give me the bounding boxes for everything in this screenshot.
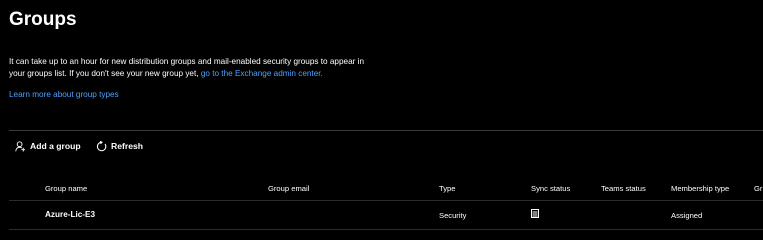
groups-page: Groups It can take up to an hour for new… [0, 0, 763, 240]
column-header-group-email[interactable]: Group email [268, 184, 309, 193]
info-line-2-text: your groups list. If you don't see your … [9, 69, 201, 78]
column-header-truncated[interactable]: Gr [754, 184, 762, 193]
add-group-label: Add a group [30, 141, 81, 151]
learn-more-link[interactable]: Learn more about group types [9, 89, 119, 101]
exchange-admin-link[interactable]: go to the Exchange admin center. [201, 69, 323, 78]
person-add-icon [15, 140, 26, 152]
column-header-type[interactable]: Type [439, 184, 455, 193]
group-name-rest: -Lic-E3 [67, 210, 96, 219]
table-row-divider [9, 229, 763, 230]
group-type-cell: Security [439, 211, 467, 220]
column-header-membership-type[interactable]: Membership type [671, 184, 729, 193]
column-header-group-name[interactable]: Group name [45, 184, 87, 193]
toolbar-divider [9, 130, 763, 131]
info-line-1: It can take up to an hour for new distri… [9, 57, 365, 66]
cloud-sync-icon [531, 209, 539, 218]
refresh-button[interactable]: Refresh [96, 138, 143, 154]
refresh-icon [96, 140, 107, 151]
group-name-link[interactable]: Azure-Lic-E3 [45, 210, 95, 219]
info-text: It can take up to an hour for new distri… [9, 56, 469, 80]
column-header-sync-status[interactable]: Sync status [531, 184, 570, 193]
table-header-divider [9, 200, 763, 201]
group-name-bold: Azure [45, 210, 68, 219]
add-group-button[interactable]: Add a group [15, 138, 81, 154]
group-membership-cell: Assigned [671, 211, 703, 220]
column-header-teams-status[interactable]: Teams status [601, 184, 646, 193]
info-line-2: your groups list. If you don't see your … [9, 68, 469, 80]
page-title: Groups [9, 9, 77, 30]
refresh-label: Refresh [111, 141, 143, 151]
